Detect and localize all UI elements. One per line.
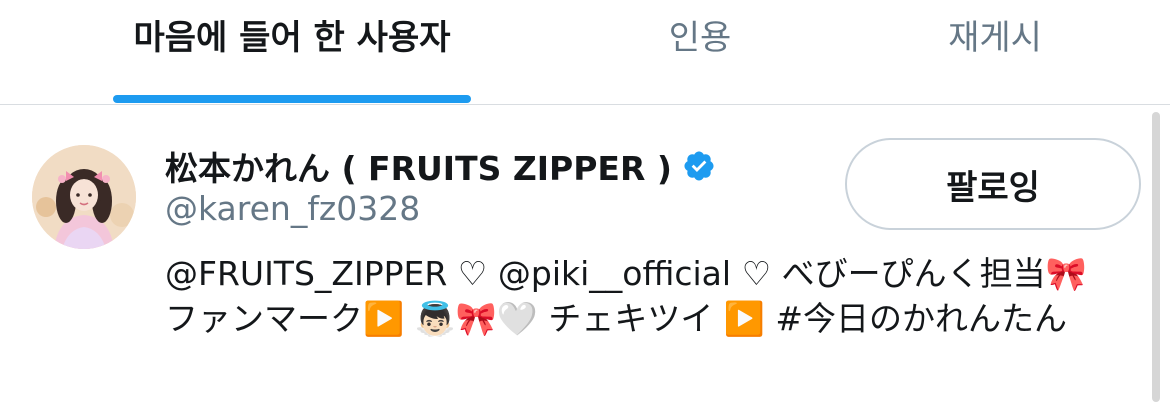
user-handle: @karen_fz0328 [165, 189, 421, 228]
tab-quotes[interactable]: 인용 [560, 0, 840, 104]
user-bio: @FRUITS_ZIPPER ♡ @piki__official ♡ べびーぴん… [165, 254, 1087, 338]
tab-likes-label: 마음에 들어 한 사용자 [133, 18, 451, 58]
following-button[interactable]: 팔로잉 [845, 138, 1141, 230]
tab-quotes-label: 인용 [668, 18, 732, 58]
tab-bar: 마음에 들어 한 사용자 인용 재게시 [0, 0, 1170, 105]
avatar-image [32, 145, 136, 249]
tab-reposts-label: 재게시 [948, 18, 1042, 58]
tab-likes[interactable]: 마음에 들어 한 사용자 [113, 0, 471, 104]
verified-badge-icon [682, 149, 716, 183]
display-name-row[interactable]: 松本かれん ( FRUITS ZIPPER ) [165, 141, 716, 191]
active-tab-indicator [113, 95, 471, 103]
avatar[interactable] [32, 145, 136, 249]
scrollbar[interactable] [1152, 112, 1160, 402]
user-cell[interactable]: 松本かれん ( FRUITS ZIPPER ) @karen_fz0328 팔로… [0, 105, 1170, 415]
tab-reposts[interactable]: 재게시 [850, 0, 1140, 104]
likes-page: 마음에 들어 한 사용자 인용 재게시 松本かれん (FRUITS ZIPPE… [0, 0, 1170, 415]
display-name: 松本かれん ( FRUITS ZIPPER ) [165, 149, 672, 188]
